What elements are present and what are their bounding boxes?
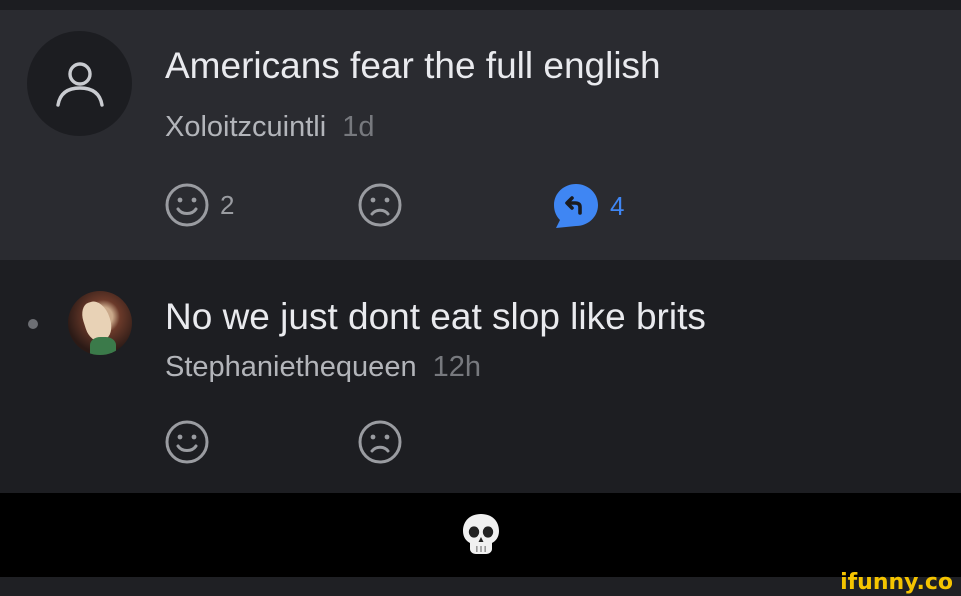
smile-count: 2 bbox=[220, 189, 235, 220]
frown-button[interactable] bbox=[357, 182, 413, 228]
user-avatar[interactable] bbox=[27, 31, 132, 136]
profile-photo[interactable] bbox=[68, 291, 132, 355]
smile-icon bbox=[165, 420, 209, 464]
bottom-bar bbox=[0, 577, 961, 596]
reply-timestamp: 12h bbox=[432, 351, 481, 383]
comment-text: Americans fear the full english bbox=[165, 45, 661, 86]
default-user-icon bbox=[56, 62, 104, 107]
comment-meta: Xoloitzcuintli 1d bbox=[165, 110, 374, 144]
reply-count: 4 bbox=[610, 190, 625, 221]
thread-dot bbox=[28, 319, 38, 329]
ifunny-watermark: ifunny.co bbox=[840, 570, 953, 595]
smile-button[interactable]: 2 bbox=[164, 182, 234, 228]
reply-username[interactable]: Stephaniethequeen bbox=[165, 351, 417, 383]
frown-icon bbox=[358, 183, 402, 227]
reply-button[interactable]: 4 bbox=[552, 182, 624, 230]
reply-text: No we just dont eat slop like brits bbox=[165, 296, 706, 337]
reply-meta: Stephaniethequeen 12h bbox=[165, 350, 481, 384]
reply-icon bbox=[554, 184, 598, 228]
timestamp: 1d bbox=[342, 111, 375, 143]
username[interactable]: Xoloitzcuintli bbox=[165, 111, 326, 143]
reply-frown-button[interactable] bbox=[357, 419, 413, 465]
smile-icon bbox=[165, 183, 209, 227]
top-strip bbox=[0, 0, 961, 10]
avatar-figure-dress bbox=[90, 337, 116, 355]
reply-smile-button[interactable] bbox=[164, 419, 220, 465]
frown-icon bbox=[358, 420, 402, 464]
skull-emoji bbox=[463, 514, 499, 554]
